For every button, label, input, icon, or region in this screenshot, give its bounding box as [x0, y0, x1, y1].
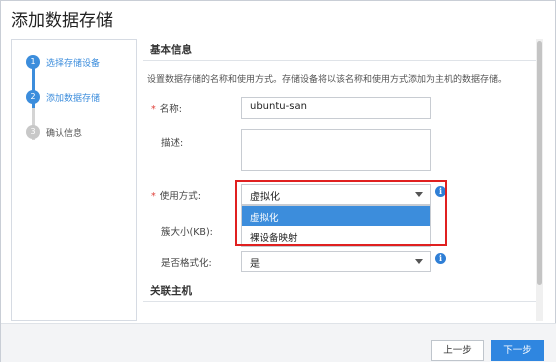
format-label: 是否格式化: [161, 258, 212, 269]
add-datastore-dialog: 添加数据存储 1 选择存储设备 2 添加数据存储 3 确认信息 基本信息 设置数… [0, 0, 556, 362]
highlight-box [235, 180, 447, 246]
name-input[interactable]: ubuntu-san [241, 97, 431, 119]
section-divider [143, 301, 543, 302]
dialog-title: 添加数据存储 [11, 11, 113, 31]
scrollbar-thumb[interactable] [537, 41, 542, 285]
name-label: * 名称: [151, 104, 182, 115]
step-number: 2 [26, 90, 40, 104]
desc-textarea[interactable] [241, 129, 431, 171]
step-confirm[interactable]: 3 确认信息 [26, 125, 82, 139]
form-panel: 基本信息 设置数据存储的名称和使用方式。存储设备将以该名称和使用方式添加为主机的… [143, 39, 543, 321]
step-number: 1 [26, 55, 40, 69]
section-basic-info: 基本信息 [150, 44, 192, 56]
step-add-datastore[interactable]: 2 添加数据存储 [26, 90, 100, 104]
vertical-scrollbar[interactable] [536, 39, 543, 321]
required-mark: * [151, 104, 156, 115]
info-icon[interactable]: i [435, 253, 446, 264]
step-label: 确认信息 [46, 128, 83, 139]
section-divider [143, 60, 543, 61]
format-selected-value: 是 [250, 259, 260, 270]
format-select[interactable]: 是 [241, 251, 431, 272]
step-label: 添加数据存储 [46, 93, 101, 104]
wizard-steps: 1 选择存储设备 2 添加数据存储 3 确认信息 [11, 39, 137, 321]
form-description: 设置数据存储的名称和使用方式。存储设备将以该名称和使用方式添加为主机的数据存储。 [147, 75, 508, 85]
step-label: 选择存储设备 [46, 58, 101, 69]
prev-button[interactable]: 上一步 [431, 340, 484, 361]
desc-label: 描述: [161, 138, 184, 149]
chevron-down-icon [415, 259, 423, 264]
next-button[interactable]: 下一步 [491, 340, 544, 361]
usage-label: * 使用方式: [151, 191, 201, 202]
cluster-size-label: 簇大小(KB): [161, 227, 213, 238]
step-number: 3 [26, 125, 40, 139]
required-mark: * [151, 191, 156, 202]
step-select-device[interactable]: 1 选择存储设备 [26, 55, 100, 69]
section-linked-hosts: 关联主机 [150, 285, 192, 297]
dialog-footer: 上一步 下一步 [1, 323, 556, 362]
